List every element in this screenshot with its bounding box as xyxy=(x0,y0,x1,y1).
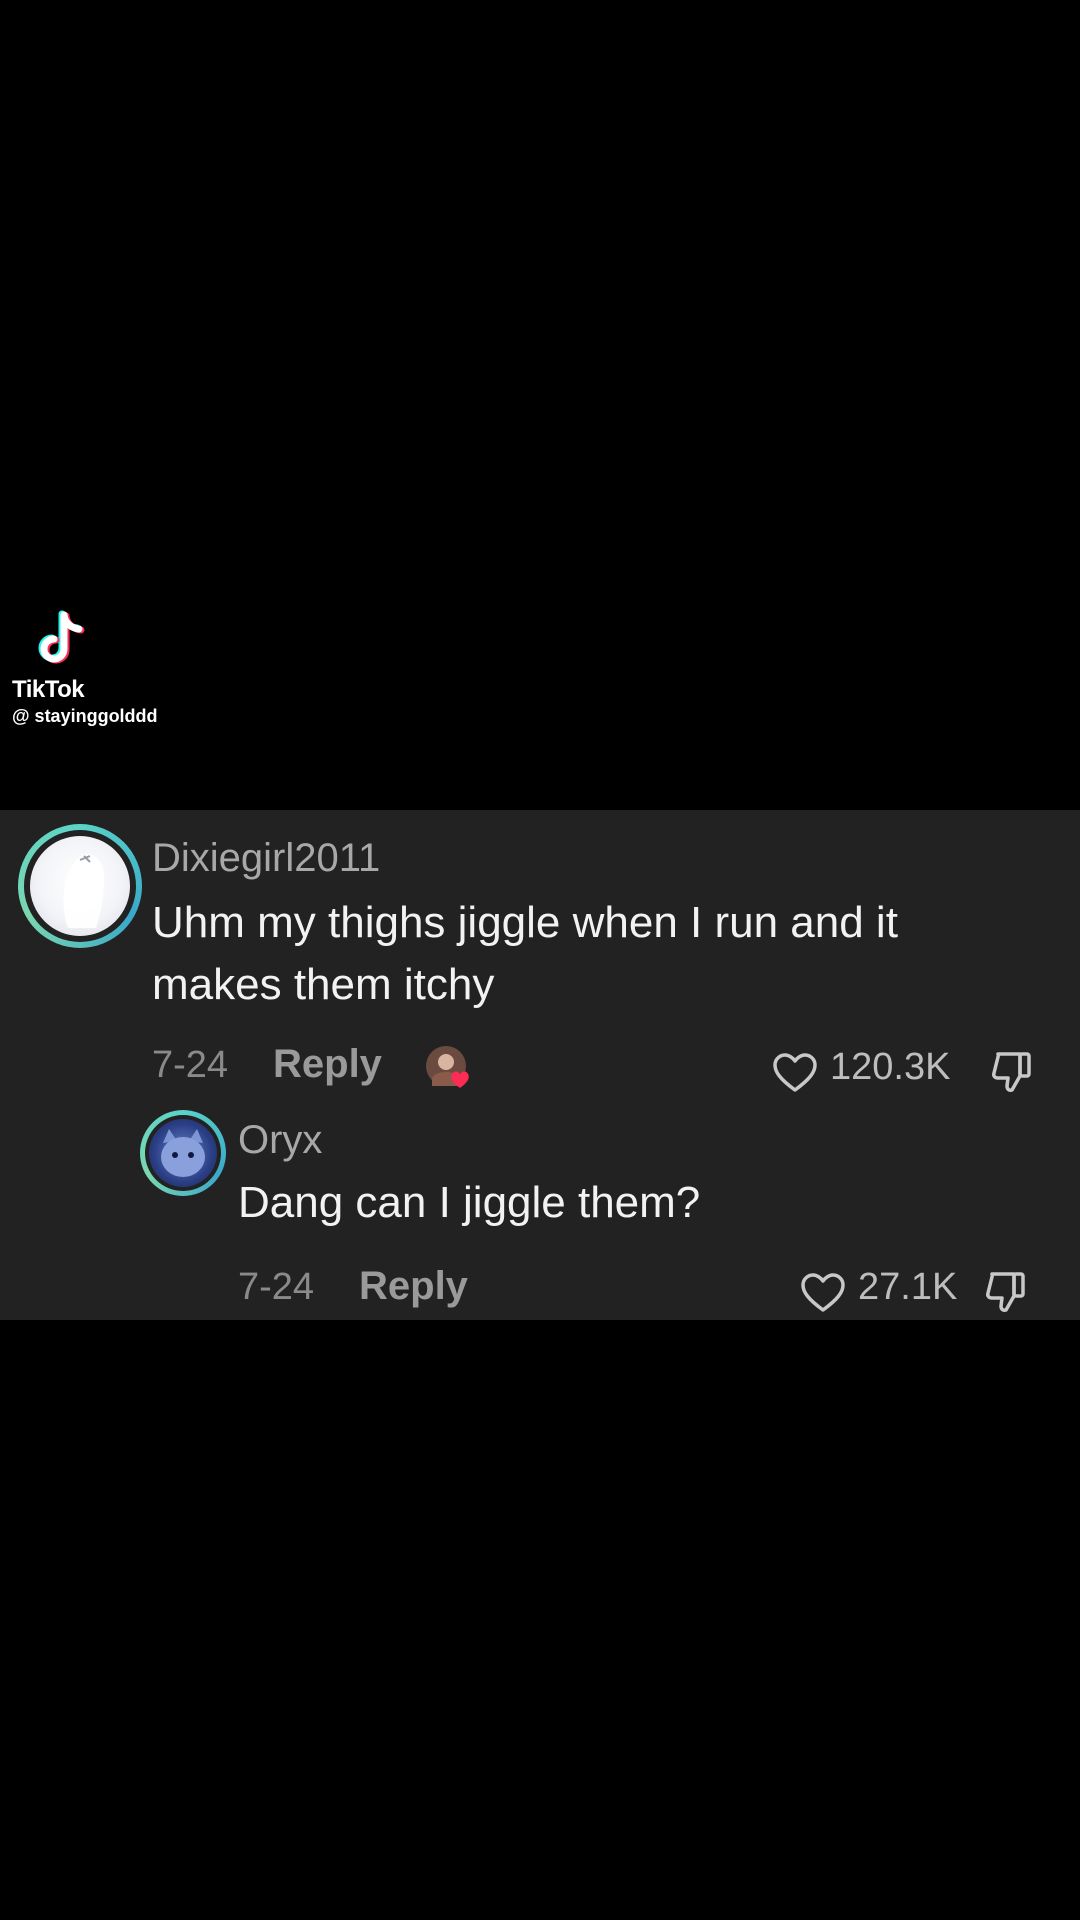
like-count: 120.3K xyxy=(830,1046,951,1088)
comment-text: Dang can I jiggle them? xyxy=(238,1178,701,1227)
watermark-handle: @ stayinggolddd xyxy=(12,706,158,726)
thumbs-down-icon[interactable] xyxy=(984,1268,1028,1316)
comments-panel: Dixiegirl2011 Uhm my thighs jiggle when … xyxy=(0,810,1080,1320)
thumbs-down-icon[interactable] xyxy=(990,1048,1034,1096)
video-frame: TikTok @ stayinggolddd Dixiegirl2011 Uhm… xyxy=(0,0,1080,1920)
heart-outline-icon[interactable] xyxy=(800,1272,846,1314)
watermark-brand: TikTok xyxy=(12,676,85,703)
heart-outline-icon[interactable] xyxy=(772,1052,818,1094)
tiktok-logo-icon xyxy=(38,610,85,664)
cat-avatar-icon xyxy=(161,1129,205,1177)
creator-liked-badge xyxy=(424,1044,478,1092)
comment-item: Dixiegirl2011 Uhm my thighs jiggle when … xyxy=(0,810,1080,1100)
comment-date: 7-24 xyxy=(238,1266,315,1308)
avatar[interactable] xyxy=(18,824,142,948)
avatar[interactable] xyxy=(140,1110,226,1196)
comment-date: 7-24 xyxy=(152,1044,229,1086)
comment-text: Uhm my thighs jiggle when I run and it m… xyxy=(152,898,898,1009)
reply-button[interactable]: Reply xyxy=(359,1264,468,1309)
comment-username[interactable]: Dixiegirl2011 xyxy=(152,836,380,881)
ghost-avatar-icon xyxy=(63,854,104,928)
tiktok-watermark: TikTok @ stayinggolddd xyxy=(12,608,272,727)
like-count: 27.1K xyxy=(858,1266,958,1308)
reply-button[interactable]: Reply xyxy=(273,1042,382,1087)
reply-item: Oryx Dang can I jiggle them? 7-24 Reply … xyxy=(0,1100,1080,1320)
comment-username[interactable]: Oryx xyxy=(238,1118,322,1163)
